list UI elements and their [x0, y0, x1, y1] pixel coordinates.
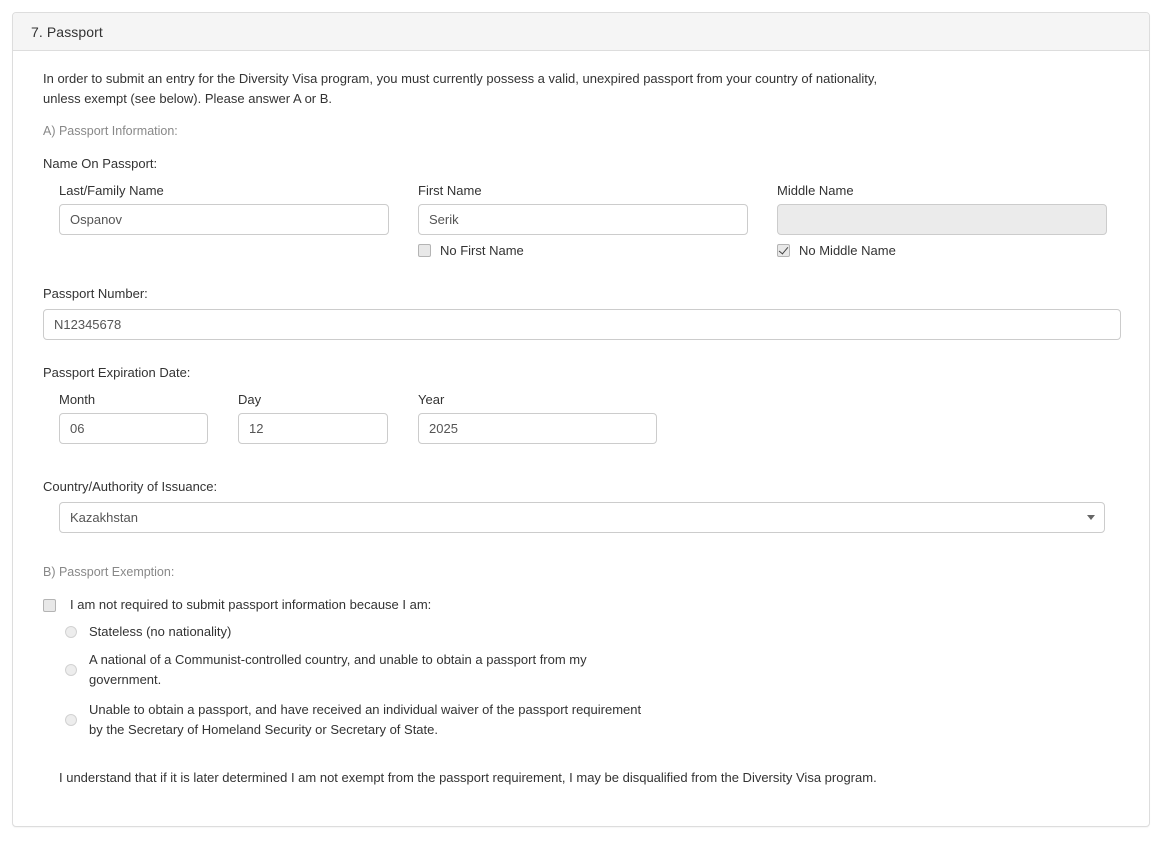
intro-text: In order to submit an entry for the Dive… [43, 71, 878, 106]
middle-name-input [777, 204, 1107, 235]
radio-icon[interactable] [65, 626, 77, 638]
exemption-option-individual-waiver[interactable]: Unable to obtain a passport, and have re… [65, 700, 1119, 740]
month-label: Month [59, 392, 96, 407]
exemption-option-label: Stateless (no nationality) [89, 624, 232, 639]
no-first-name-label: No First Name [440, 242, 524, 258]
passport-number-group [43, 309, 1121, 340]
expiration-day-group: Day [238, 392, 388, 444]
passport-panel: 7. Passport In order to submit an entry … [12, 12, 1150, 827]
passport-exemption-label: I am not required to submit passport inf… [70, 597, 432, 612]
exemption-option-label: Unable to obtain a passport, and have re… [89, 702, 642, 737]
page-title: 7. Passport [31, 23, 103, 40]
last-name-group: Last/Family Name [59, 183, 389, 258]
passport-number-input[interactable] [43, 309, 1121, 340]
expiration-day-input[interactable] [238, 413, 388, 444]
no-first-name-row[interactable]: No First Name [418, 242, 748, 258]
name-fields-row: Last/Family Name First Name No First Nam… [59, 183, 1119, 258]
section-b-label: B) Passport Exemption: [43, 565, 175, 579]
no-middle-name-checkbox[interactable] [777, 243, 790, 257]
panel-body: In order to submit an entry for the Dive… [13, 51, 1149, 785]
no-first-name-checkbox[interactable] [418, 243, 431, 257]
radio-icon[interactable] [65, 714, 77, 726]
country-select-value[interactable] [59, 502, 1105, 533]
first-name-group: First Name No First Name [418, 183, 748, 258]
expiration-fields-row: Month Day Year [59, 392, 1119, 444]
exemption-option-communist-country[interactable]: A national of a Communist-controlled cou… [65, 650, 1119, 690]
exemption-option-label: A national of a Communist-controlled cou… [89, 652, 587, 687]
name-on-passport-label: Name On Passport: [43, 156, 158, 171]
country-issuance-group [59, 502, 1119, 533]
no-middle-name-label: No Middle Name [799, 242, 896, 258]
expiration-month-group: Month [59, 392, 208, 444]
exemption-option-stateless[interactable]: Stateless (no nationality) [65, 622, 1119, 642]
passport-number-label: Passport Number: [43, 286, 148, 301]
day-label: Day [238, 392, 262, 407]
year-label: Year [418, 392, 445, 407]
last-name-label: Last/Family Name [59, 183, 164, 198]
country-issuance-label: Country/Authority of Issuance: [43, 479, 218, 494]
exemption-understand-text: I understand that if it is later determi… [59, 770, 877, 785]
country-select[interactable] [59, 502, 1105, 533]
first-name-input[interactable] [418, 204, 748, 235]
section-a-label: A) Passport Information: [43, 124, 178, 138]
middle-name-label: Middle Name [777, 183, 854, 198]
panel-header: 7. Passport [13, 13, 1149, 51]
radio-icon[interactable] [65, 664, 77, 676]
expiration-month-input[interactable] [59, 413, 208, 444]
first-name-label: First Name [418, 183, 482, 198]
no-middle-name-row[interactable]: No Middle Name [777, 242, 1107, 258]
passport-exemption-checkbox[interactable] [43, 599, 56, 612]
passport-exemption-row[interactable]: I am not required to submit passport inf… [43, 597, 1119, 612]
last-name-input[interactable] [59, 204, 389, 235]
expiration-date-label: Passport Expiration Date: [43, 365, 191, 380]
expiration-year-group: Year [418, 392, 657, 444]
middle-name-group: Middle Name No Middle Name [777, 183, 1107, 258]
expiration-year-input[interactable] [418, 413, 657, 444]
exemption-options-list: Stateless (no nationality) A national of… [65, 622, 1119, 740]
